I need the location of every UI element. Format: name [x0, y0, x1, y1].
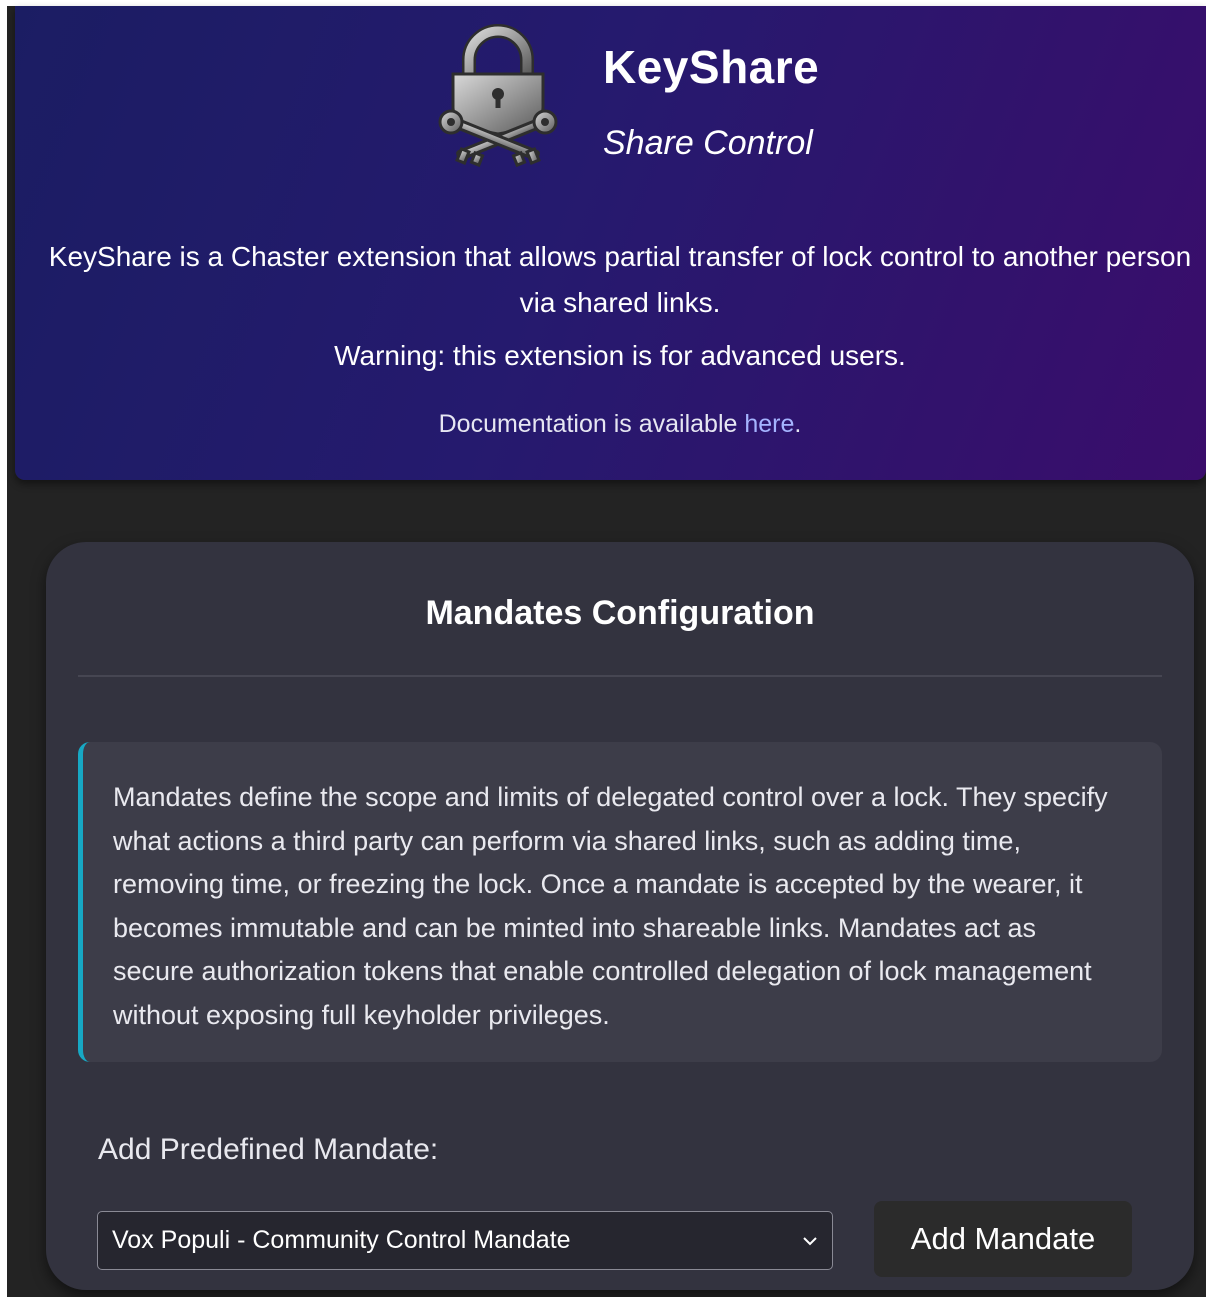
app-title: KeyShare: [603, 41, 820, 93]
divider: [78, 675, 1162, 677]
mandates-configuration-card: Mandates Configuration Mandates define t…: [46, 542, 1194, 1290]
add-mandate-button[interactable]: Add Mandate: [874, 1201, 1132, 1277]
predefined-mandate-select[interactable]: Vox Populi - Community Control Mandate: [97, 1211, 833, 1270]
docs-prefix: Documentation is available: [438, 410, 745, 438]
app-subtitle: Share Control: [603, 124, 813, 162]
app-frame: KeyShare Share Control KeyShare is a Cha…: [7, 6, 1206, 1297]
advanced-warning: Warning: this extension is for advanced …: [334, 340, 906, 371]
documentation-link[interactable]: here: [744, 410, 794, 438]
mandates-info-box: Mandates define the scope and limits of …: [78, 742, 1162, 1062]
selected-mandate-value: Vox Populi - Community Control Mandate: [112, 1226, 571, 1254]
padlock-crossed-keys-icon: [438, 24, 558, 168]
extension-description: KeyShare is a Chaster extension that all…: [48, 241, 1192, 318]
card-title: Mandates Configuration: [425, 594, 815, 632]
predefined-mandate-label: Add Predefined Mandate:: [98, 1133, 439, 1166]
header-banner: KeyShare Share Control KeyShare is a Cha…: [15, 6, 1206, 480]
documentation-note: Documentation is available here.: [45, 410, 1195, 439]
docs-suffix: .: [794, 410, 802, 438]
chevron-down-icon: [803, 1236, 817, 1245]
